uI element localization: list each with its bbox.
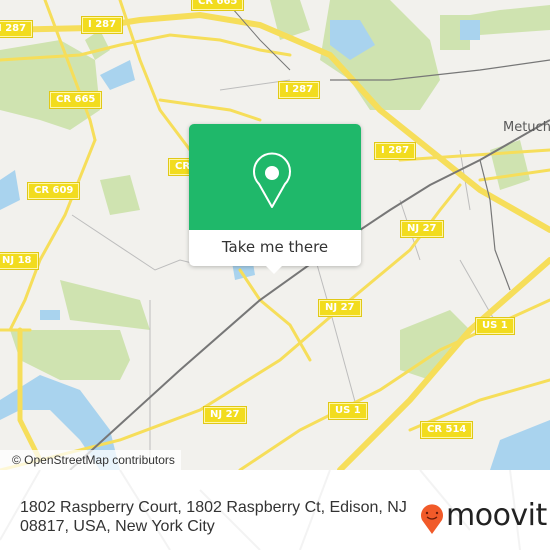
- location-pin-icon: [253, 152, 291, 208]
- road-label-us1-bottom: US 1: [329, 403, 367, 419]
- road-label-cr514: CR 514: [421, 422, 473, 438]
- popup-pointer: [265, 265, 283, 274]
- road-label-cr665-top: CR 665: [192, 0, 244, 10]
- destination-popup[interactable]: Take me there: [189, 124, 361, 274]
- road-label-us1-right: US 1: [476, 318, 514, 334]
- road-label-nj18: NJ 18: [0, 253, 38, 269]
- popup-header: [189, 124, 361, 230]
- place-label-metuchen: Metuch: [503, 120, 550, 135]
- map-attribution[interactable]: © OpenStreetMap contributors: [0, 450, 181, 470]
- road-label-nj27-right: NJ 27: [401, 221, 443, 237]
- take-me-there-button[interactable]: Take me there: [189, 230, 361, 266]
- road-label-cr609: CR 609: [28, 183, 80, 199]
- road-label-i287-center: I 287: [279, 82, 320, 98]
- moovit-wordmark: moovit: [446, 498, 547, 533]
- address-text: 1802 Raspberry Court, 1802 Raspberry Ct,…: [20, 499, 407, 535]
- road-label-i287-top-left: I 287: [0, 21, 33, 37]
- map-canvas[interactable]: I 287 I 287 CR 665 CR 665 I 287 I 287 CR…: [0, 0, 550, 470]
- road-label-i287-left-edge: I 287: [82, 17, 123, 33]
- road-label-nj27-bottom: NJ 27: [204, 407, 246, 423]
- road-label-cr665: CR 665: [50, 92, 102, 108]
- road-label-nj27-center: NJ 27: [319, 300, 361, 316]
- moovit-pin-icon: [421, 504, 443, 534]
- road-label-i287-right: I 287: [375, 143, 416, 159]
